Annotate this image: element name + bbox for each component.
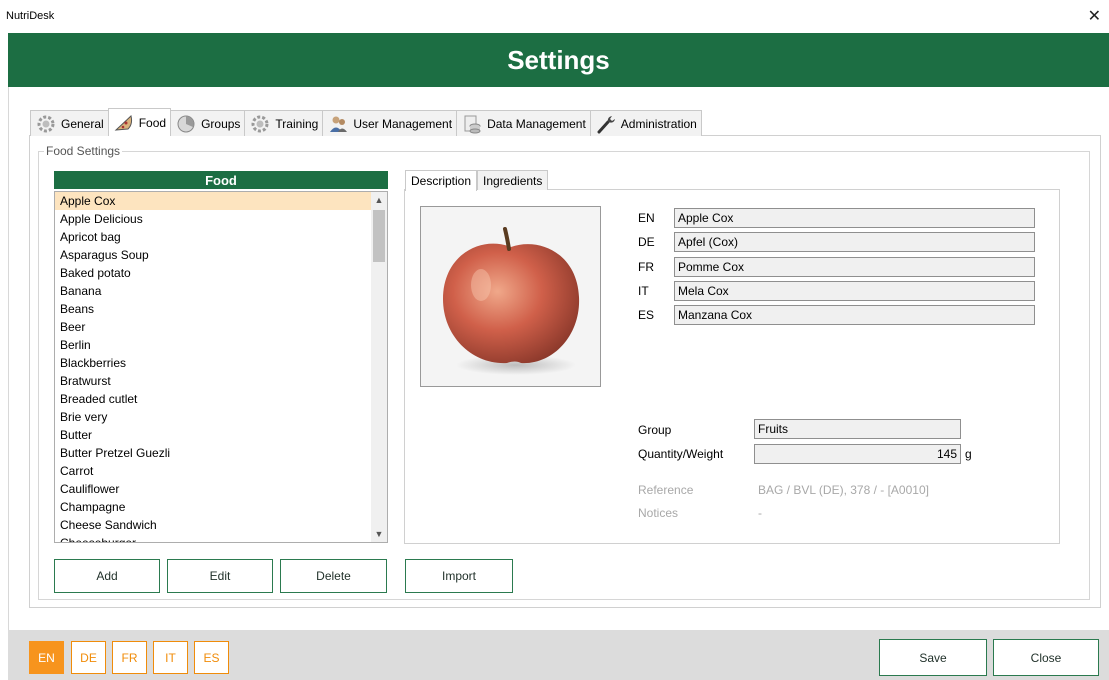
food-photo <box>420 206 601 387</box>
tab-label: Administration <box>620 116 697 131</box>
tab-label: Data Management <box>487 116 586 131</box>
name-de-field[interactable]: Apfel (Cox) <box>674 232 1035 252</box>
name-en-field[interactable]: Apple Cox <box>674 208 1035 228</box>
list-item[interactable]: Carrot <box>55 462 372 480</box>
list-item[interactable]: Banana <box>55 282 372 300</box>
tab-food[interactable]: Food <box>107 108 172 136</box>
list-item[interactable]: Breaded cutlet <box>55 390 372 408</box>
subtab-ingredients[interactable]: Ingredients <box>477 170 549 190</box>
reference-label: Reference <box>638 483 694 497</box>
pie-chart-icon <box>175 114 197 134</box>
gear-icon <box>249 114 271 134</box>
list-item[interactable]: Berlin <box>55 336 372 354</box>
tab-user-management[interactable]: User Management <box>322 110 458 136</box>
scroll-down-icon[interactable]: ▼ <box>371 526 387 542</box>
gear-icon <box>35 114 57 134</box>
notices-value: - <box>758 506 762 520</box>
list-item[interactable]: Beer <box>55 318 372 336</box>
edit-button[interactable]: Edit <box>167 559 273 593</box>
notices-label: Notices <box>638 506 679 520</box>
close-button[interactable]: Close <box>993 639 1099 676</box>
lang-label-en: EN <box>638 211 655 225</box>
language-button-de[interactable]: DE <box>71 641 106 674</box>
tab-training[interactable]: Training <box>244 110 324 136</box>
quantity-unit: g <box>965 447 972 461</box>
list-item[interactable]: Apple Cox <box>55 192 372 210</box>
language-button-es[interactable]: ES <box>194 641 229 674</box>
food-list[interactable]: Apple Cox Apple Delicious Apricot bag As… <box>54 191 388 543</box>
food-list-header-label: Food <box>205 172 237 188</box>
list-item[interactable]: Asparagus Soup <box>55 246 372 264</box>
list-item[interactable]: Blackberries <box>55 354 372 372</box>
tab-general[interactable]: General <box>30 110 109 136</box>
app-title: NutriDesk <box>6 10 55 22</box>
list-item[interactable]: Cheeseburger <box>55 534 372 542</box>
language-button-fr[interactable]: FR <box>112 641 147 674</box>
database-icon <box>461 114 483 134</box>
save-button[interactable]: Save <box>879 639 987 676</box>
quantity-field[interactable]: 145 <box>754 444 961 464</box>
list-item[interactable]: Apple Delicious <box>55 210 372 228</box>
quantity-label: Quantity/Weight <box>638 447 724 461</box>
list-item[interactable]: Butter <box>55 426 372 444</box>
lang-label-de: DE <box>638 235 655 249</box>
tab-data-management[interactable]: Data Management <box>456 110 591 136</box>
lang-label-es: ES <box>638 308 655 322</box>
list-item[interactable]: Champagne <box>55 498 372 516</box>
reference-value: BAG / BVL (DE), 378 / - [A0010] <box>758 483 929 497</box>
food-list-scrollbar[interactable]: ▲ ▼ <box>371 192 387 542</box>
list-item[interactable]: Bratwurst <box>55 372 372 390</box>
window-edge <box>8 87 9 630</box>
delete-button[interactable]: Delete <box>280 559 387 593</box>
language-button-en[interactable]: EN <box>29 641 64 674</box>
group-field[interactable]: Fruits <box>754 419 961 439</box>
lang-label-it: IT <box>638 284 649 298</box>
list-item[interactable]: Beans <box>55 300 372 318</box>
tab-label: General <box>61 116 104 131</box>
list-item[interactable]: Cauliflower <box>55 480 372 498</box>
food-settings-legend: Food Settings <box>44 144 123 158</box>
wrench-icon <box>595 114 617 134</box>
tab-label: Groups <box>201 116 241 131</box>
group-label: Group <box>638 423 672 437</box>
users-icon <box>327 114 349 134</box>
tab-label: User Management <box>353 116 453 131</box>
import-button[interactable]: Import <box>405 559 513 593</box>
window-titlebar: NutriDesk ✕ <box>0 0 1109 33</box>
page-title: Settings <box>507 44 610 75</box>
name-fr-field[interactable]: Pomme Cox <box>674 257 1035 277</box>
settings-tabs: General Food Groups Training User Manage… <box>30 108 702 136</box>
list-item[interactable]: Brie very <box>55 408 372 426</box>
add-button[interactable]: Add <box>54 559 160 593</box>
food-list-header: Food <box>54 171 388 189</box>
pizza-icon <box>113 113 135 133</box>
list-item[interactable]: Baked potato <box>55 264 372 282</box>
scroll-thumb[interactable] <box>373 210 385 262</box>
apple-image <box>421 207 600 386</box>
scroll-up-icon[interactable]: ▲ <box>371 192 387 208</box>
subtab-description[interactable]: Description <box>405 170 478 191</box>
tab-administration[interactable]: Administration <box>589 110 702 136</box>
tab-groups[interactable]: Groups <box>170 110 246 136</box>
lang-label-fr: FR <box>638 260 654 274</box>
language-button-it[interactable]: IT <box>153 641 188 674</box>
tab-label: Food <box>138 115 167 130</box>
name-it-field[interactable]: Mela Cox <box>674 281 1035 301</box>
list-item[interactable]: Butter Pretzel Guezli <box>55 444 372 462</box>
name-es-field[interactable]: Manzana Cox <box>674 305 1035 325</box>
tab-label: Training <box>275 116 319 131</box>
window-close-icon[interactable]: ✕ <box>1088 6 1101 26</box>
list-item[interactable]: Apricot bag <box>55 228 372 246</box>
list-item[interactable]: Cheese Sandwich <box>55 516 372 534</box>
page-header: Settings <box>8 33 1109 87</box>
